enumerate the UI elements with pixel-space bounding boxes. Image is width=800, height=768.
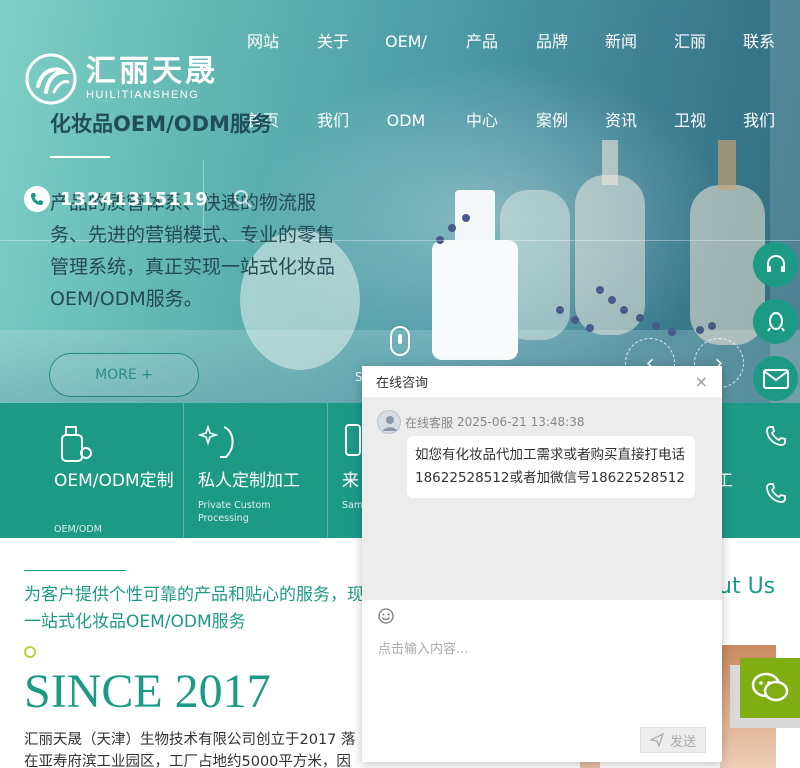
avatar (377, 410, 401, 434)
scroll-mouse-icon (390, 326, 410, 356)
service-title: 私人定制加工 (198, 471, 300, 491)
since-heading: SINCE 2017 (24, 665, 271, 718)
nav-item-contact-top[interactable]: 联系 (729, 32, 789, 52)
headset-icon (766, 254, 785, 272)
agent-name: 在线客服 (405, 415, 454, 430)
float-phone-button[interactable] (753, 413, 798, 458)
nav-item-contact-bottom[interactable]: 我们 (729, 111, 789, 131)
search-icon[interactable] (232, 188, 254, 210)
more-button[interactable]: MORE + (49, 353, 199, 397)
agent-row: 在线客服 2025-06-21 13:48:38 (377, 410, 584, 434)
about-body: 汇丽天晟（天津）生物技术有限公司创立于2017 落在亚寿府滨工业园区，工厂占地约… (24, 732, 356, 768)
nav-item-news-bottom[interactable]: 资讯 (591, 111, 651, 131)
about-dot-icon (24, 646, 36, 658)
service-subtitle: OEM/ODM (54, 524, 102, 535)
nav-item-about-bottom[interactable]: 我们 (303, 111, 363, 131)
hotline-number: 13241315119 (60, 188, 209, 210)
nav-item-brand-top[interactable]: 品牌 (522, 32, 582, 52)
nav-item-products-bottom[interactable]: 中心 (452, 111, 512, 131)
service-title: OEM/ODM定制 (54, 471, 174, 491)
float-phone-button-2[interactable] (753, 470, 798, 515)
nav-item-news-top[interactable]: 新闻 (591, 32, 651, 52)
nav-item-tv-top[interactable]: 汇丽 (660, 32, 720, 52)
float-email-button[interactable] (753, 356, 798, 401)
chat-messages: 在线客服 2025-06-21 13:48:38 如您有化妆品代加工需求或者购买… (362, 398, 722, 600)
chat-header: 在线咨询 × (362, 366, 722, 398)
chat-bubbles-icon (751, 672, 789, 702)
float-wechat-button[interactable] (740, 658, 800, 718)
bottle-icon (61, 426, 92, 462)
agent-message: 如您有化妆品代加工需求或者购买直接打电话18622528512或者加微信号186… (407, 436, 695, 498)
emoji-icon[interactable] (378, 608, 394, 624)
chat-title: 在线咨询 (376, 376, 429, 391)
nav-item-about-top[interactable]: 关于 (303, 32, 363, 52)
hero-title: 化妆品OEM/ODM服务 (50, 112, 272, 136)
logo-mark-icon (25, 53, 77, 105)
phone-icon (765, 425, 786, 446)
close-icon[interactable]: × (695, 372, 708, 391)
about-us-heading: ut Us (718, 574, 776, 599)
float-service-button[interactable] (753, 242, 798, 287)
chat-input[interactable]: 点击输入内容... (378, 638, 468, 657)
nav-item-home-top[interactable]: 网站 (233, 32, 293, 52)
about-lead: 为客户提供个性可靠的产品和贴心的服务，现一站式化妆品OEM/ODM服务 (24, 585, 364, 632)
sparkle-face-icon (198, 424, 234, 458)
service-card-oem[interactable]: OEM/ODM定制 OEM/ODM (40, 403, 184, 538)
hotline[interactable]: 13241315119 (24, 186, 209, 212)
message-timestamp: 2025-06-21 13:48:38 (457, 415, 585, 429)
float-qq-button[interactable] (753, 299, 798, 344)
qq-icon (766, 311, 785, 332)
hero-title-underline (50, 156, 110, 158)
phone-icon (765, 482, 786, 503)
site-logo[interactable]: 汇丽天晟 HUILITIANSHENG (24, 52, 218, 106)
hero-banner: 汇丽天晟 HUILITIANSHENG 网站 首页 关于 我们 OEM/ ODM… (0, 0, 800, 403)
mail-icon (762, 368, 789, 389)
nav-item-products-top[interactable]: 产品 (452, 32, 512, 52)
nav-item-brand-bottom[interactable]: 案例 (522, 111, 582, 131)
nav-item-oem-bottom[interactable]: ODM (376, 111, 436, 131)
service-subtitle: Private Custom Processing (198, 500, 271, 524)
chat-toolbar (362, 600, 722, 632)
about-divider (24, 570, 126, 571)
nav-item-tv-bottom[interactable]: 卫视 (660, 111, 720, 131)
logo-name-cn: 汇丽天晟 (86, 54, 218, 89)
nav-item-oem-top[interactable]: OEM/ (376, 32, 436, 52)
send-button[interactable]: 发送 (640, 727, 706, 753)
phone-icon (24, 186, 50, 212)
chat-popup[interactable]: 在线咨询 × 在线客服 2025-06-21 13:48:38 如您有化妆品代加… (362, 366, 722, 762)
service-card-custom[interactable]: 私人定制加工 Private Custom Processing (184, 403, 328, 538)
send-label: 发送 (669, 734, 696, 750)
logo-name-en: HUILITIANSHENG (86, 89, 200, 101)
send-icon (649, 733, 664, 747)
